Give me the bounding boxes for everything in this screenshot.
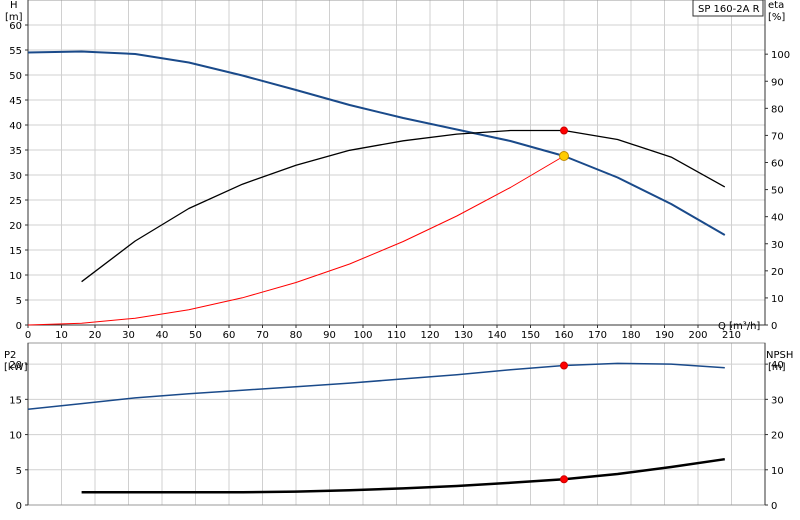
y2-tick-label: 0 <box>771 321 777 332</box>
y-tick-label: 15 <box>9 246 22 257</box>
bottom-y-axis-unit: [kW] <box>4 362 28 373</box>
y-tick-label: 5 <box>16 466 22 477</box>
y2-tick-label: 60 <box>771 159 784 170</box>
x-tick-label: 150 <box>521 330 540 341</box>
head-duty-point-marker <box>559 151 569 161</box>
top-y-axis-title: H <box>10 0 18 11</box>
x-tick-label: 20 <box>89 330 102 341</box>
y-tick-label: 0 <box>16 321 22 332</box>
x-tick-label: 0 <box>25 330 31 341</box>
efficiency-duty-point-marker <box>560 126 568 135</box>
y2-tick-label: 20 <box>771 267 784 278</box>
y-tick-label: 45 <box>9 96 22 107</box>
chart-title-box: SP 160-2A R <box>692 0 764 17</box>
top-y2-axis-title: eta <box>768 0 784 11</box>
y-tick-label: 10 <box>9 431 22 442</box>
x-tick-label: 80 <box>290 330 303 341</box>
y2-tick-label: 30 <box>771 395 784 406</box>
y2-tick-label: 0 <box>771 501 777 512</box>
y2-tick-label: 70 <box>771 131 784 142</box>
y-tick-label: 30 <box>9 171 22 182</box>
x-tick-label: 130 <box>454 330 473 341</box>
x-tick-label: 50 <box>189 330 202 341</box>
y-tick-label: 40 <box>9 121 22 132</box>
y-tick-label: 15 <box>9 395 22 406</box>
y-tick-label: 0 <box>16 501 22 512</box>
y2-tick-label: 10 <box>771 466 784 477</box>
x-tick-label: 160 <box>554 330 573 341</box>
y2-tick-label: 90 <box>771 77 784 88</box>
y-tick-label: 20 <box>9 221 22 232</box>
top-y-axis-unit: [m] <box>5 12 23 23</box>
y-tick-label: 5 <box>16 296 22 307</box>
x-tick-label: 60 <box>223 330 236 341</box>
x-tick-label: 180 <box>621 330 640 341</box>
y-tick-label: 35 <box>9 146 22 157</box>
y-tick-label: 25 <box>9 196 22 207</box>
chart-background <box>0 0 800 520</box>
y2-tick-label: 20 <box>771 431 784 442</box>
x-tick-label: 140 <box>487 330 506 341</box>
power-duty-point-marker <box>560 361 568 370</box>
x-tick-label: 200 <box>688 330 707 341</box>
bottom-y2-axis-unit: [m] <box>768 362 786 373</box>
y2-tick-label: 30 <box>771 240 784 251</box>
x-tick-label: 10 <box>55 330 68 341</box>
x-axis-label: Q [m³/h] <box>718 321 760 332</box>
x-tick-label: 100 <box>353 330 372 341</box>
top-y2-axis-unit: [%] <box>768 12 785 23</box>
x-tick-label: 90 <box>323 330 336 341</box>
x-tick-label: 110 <box>387 330 406 341</box>
y2-tick-label: 100 <box>771 50 790 61</box>
y2-tick-label: 10 <box>771 294 784 305</box>
x-tick-label: 30 <box>122 330 135 341</box>
y-tick-label: 55 <box>9 46 22 57</box>
npsh-duty-point-marker <box>560 475 568 484</box>
bottom-y-axis-title: P2 <box>4 350 16 361</box>
y-tick-label: 50 <box>9 71 22 82</box>
chart-title: SP 160-2A R <box>698 4 760 15</box>
y2-tick-label: 40 <box>771 213 784 224</box>
pump-performance-chart: 051015202530354045505560 010203040506070… <box>0 0 800 520</box>
y2-tick-label: 50 <box>771 186 784 197</box>
bottom-y2-axis-title: NPSH <box>766 350 793 361</box>
x-tick-label: 40 <box>156 330 169 341</box>
y2-tick-label: 80 <box>771 104 784 115</box>
x-tick-label: 190 <box>655 330 674 341</box>
x-tick-label: 170 <box>588 330 607 341</box>
x-tick-label: 120 <box>420 330 439 341</box>
y-tick-label: 10 <box>9 271 22 282</box>
x-tick-label: 70 <box>256 330 269 341</box>
